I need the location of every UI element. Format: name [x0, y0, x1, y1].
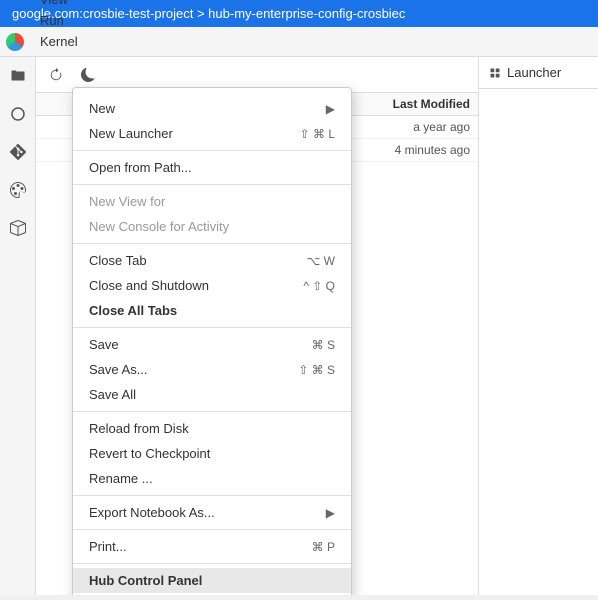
menu-item-print-[interactable]: Print... ⌘ P	[73, 534, 351, 559]
sidebar-folder-icon[interactable]	[7, 65, 29, 87]
menu-item-reload-from-disk[interactable]: Reload from Disk	[73, 416, 351, 441]
menu-row-label: New Console for Activity	[89, 219, 335, 234]
settings-button[interactable]	[76, 63, 100, 87]
menu-section-7: Print... ⌘ P	[73, 530, 351, 564]
menu-row-label: Revert to Checkpoint	[89, 446, 335, 461]
menu-item-save-all[interactable]: Save All	[73, 382, 351, 407]
menu-row-label: Export Notebook As...	[89, 505, 326, 520]
menu-item-new-launcher[interactable]: New Launcher ⇧ ⌘ L	[73, 121, 351, 146]
menu-section-4: Save ⌘ S Save As... ⇧ ⌘ S Save All	[73, 328, 351, 412]
menu-row-shortcut: ⌥ W	[307, 254, 336, 268]
menu-row-label: Print...	[89, 539, 292, 554]
menu-row-arrow-icon: ▶	[326, 506, 335, 520]
menu-row-label: New	[89, 101, 326, 116]
menu-section-5: Reload from Disk Revert to Checkpoint Rena…	[73, 412, 351, 496]
menu-item-export-notebook-as-[interactable]: Export Notebook As...▶	[73, 500, 351, 525]
menu-row-shortcut: ⌘ P	[312, 540, 335, 554]
app-logo	[4, 31, 26, 53]
file-dropdown-menu: New▶New Launcher⇧ ⌘ LOpen from Path...Ne…	[72, 87, 352, 595]
menu-item-rename-[interactable]: Rename ...	[73, 466, 351, 491]
menu-section-2: New View for New Console for Activity	[73, 185, 351, 244]
menu-item-save[interactable]: Save ⌘ S	[73, 332, 351, 357]
menu-row-label: Hub Control Panel	[89, 573, 335, 588]
menu-bar-item-view[interactable]: View	[32, 0, 95, 10]
menu-row-arrow-icon: ▶	[326, 102, 335, 116]
menu-row-label: Open from Path...	[89, 160, 335, 175]
menu-row-label: Reload from Disk	[89, 421, 335, 436]
sidebar-git-icon[interactable]	[7, 141, 29, 163]
main-panel: Last Modified a year ago 4 minutes ago N…	[36, 57, 478, 595]
menu-item-log-out[interactable]: Log Out	[73, 593, 351, 595]
menu-bar: FileEditViewRunKernelGitTabsSettingsHelp	[0, 27, 598, 57]
sidebar-icons	[0, 57, 36, 595]
menu-item-new-view-for: New View for	[73, 189, 351, 214]
launcher-tab[interactable]: Launcher	[479, 57, 598, 89]
menu-row-label: Close Tab	[89, 253, 287, 268]
menu-row-label: Save As...	[89, 362, 278, 377]
menu-row-shortcut: ⌘ S	[312, 338, 335, 352]
right-panel: Launcher	[478, 57, 598, 595]
launcher-tab-label: Launcher	[507, 65, 561, 80]
sidebar-palette-icon[interactable]	[7, 179, 29, 201]
menu-item-new[interactable]: New▶	[73, 96, 351, 121]
menu-section-0: New▶ New Launcher ⇧ ⌘ L	[73, 92, 351, 151]
sidebar-circle-icon[interactable]	[7, 103, 29, 125]
menu-section-3: Close Tab⌥ WClose and Shutdown^ ⇧ QClose…	[73, 244, 351, 328]
refresh-button[interactable]	[44, 63, 68, 87]
menu-item-new-console-for-activity: New Console for Activity	[73, 214, 351, 239]
menu-row-label: Save All	[89, 387, 335, 402]
menu-bar-item-kernel[interactable]: Kernel	[32, 31, 95, 52]
menu-row-label: Close and Shutdown	[89, 278, 283, 293]
menu-row-label: Save	[89, 337, 292, 352]
menu-item-hub-control-panel[interactable]: Hub Control Panel	[73, 568, 351, 593]
menu-section-1: Open from Path...	[73, 151, 351, 185]
menu-row-shortcut: ^ ⇧ Q	[303, 279, 335, 293]
menu-section-6: Export Notebook As...▶	[73, 496, 351, 530]
menu-item-save-as-[interactable]: Save As... ⇧ ⌘ S	[73, 357, 351, 382]
menu-item-revert-to-checkpoint[interactable]: Revert to Checkpoint	[73, 441, 351, 466]
content-area: Last Modified a year ago 4 minutes ago N…	[0, 57, 598, 595]
menu-bar-item-run[interactable]: Run	[32, 10, 95, 31]
menu-item-open-from-path-[interactable]: Open from Path...	[73, 155, 351, 180]
menu-row-label: Close All Tabs	[89, 303, 335, 318]
menu-row-label: New Launcher	[89, 126, 280, 141]
menu-row-shortcut: ⇧ ⌘ S	[298, 363, 335, 377]
menu-item-close-all-tabs[interactable]: Close All Tabs	[73, 298, 351, 323]
menu-row-label: New View for	[89, 194, 335, 209]
menu-item-close-and-shutdown[interactable]: Close and Shutdown ^ ⇧ Q	[73, 273, 351, 298]
menu-row-label: Rename ...	[89, 471, 335, 486]
menu-section-8: Hub Control Panel Log Out	[73, 564, 351, 595]
sidebar-box-icon[interactable]	[7, 217, 29, 239]
menu-item-close-tab[interactable]: Close Tab ⌥ W	[73, 248, 351, 273]
menu-row-shortcut: ⇧ ⌘ L	[300, 127, 335, 141]
